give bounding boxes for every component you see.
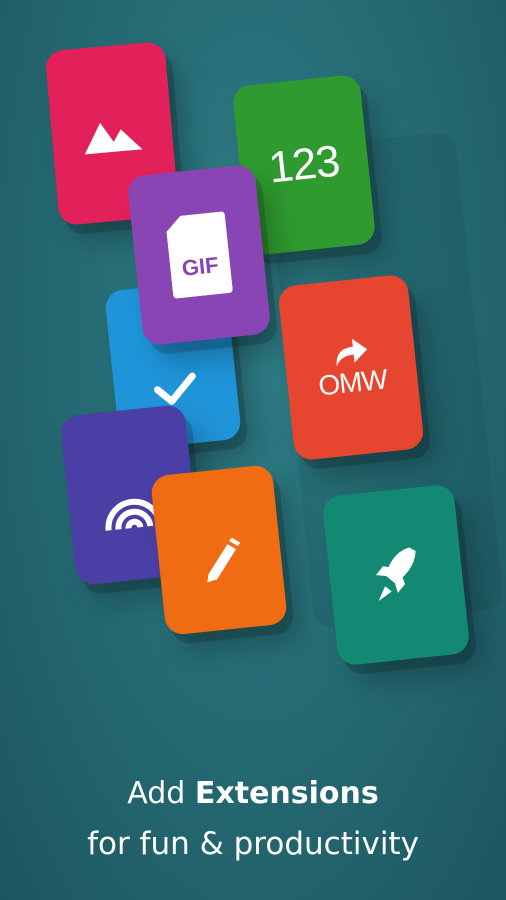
omw-extension-tile: OMW xyxy=(277,273,425,462)
caption-prefix: Add xyxy=(127,776,186,811)
caption-subtitle: for fun & productivity xyxy=(87,826,419,862)
pencil-icon xyxy=(207,537,241,583)
gif-file-icon: GIF xyxy=(165,211,233,299)
caption-bold: Extensions xyxy=(194,776,379,811)
gif-label: GIF xyxy=(180,252,220,281)
checkmark-icon xyxy=(154,372,196,405)
draw-extension-tile xyxy=(149,464,289,636)
launch-extension-tile xyxy=(321,483,471,667)
omw-label: OMW xyxy=(316,362,389,401)
numbers-label: 123 xyxy=(266,136,342,193)
extensions-illustration: 123 GIF OMW xyxy=(0,0,506,740)
rocket-icon xyxy=(375,547,416,601)
gif-extension-tile: GIF xyxy=(126,163,272,347)
mountain-icon xyxy=(84,122,143,154)
share-arrow-icon xyxy=(336,338,368,366)
caption-title: Add Extensions xyxy=(0,776,506,811)
